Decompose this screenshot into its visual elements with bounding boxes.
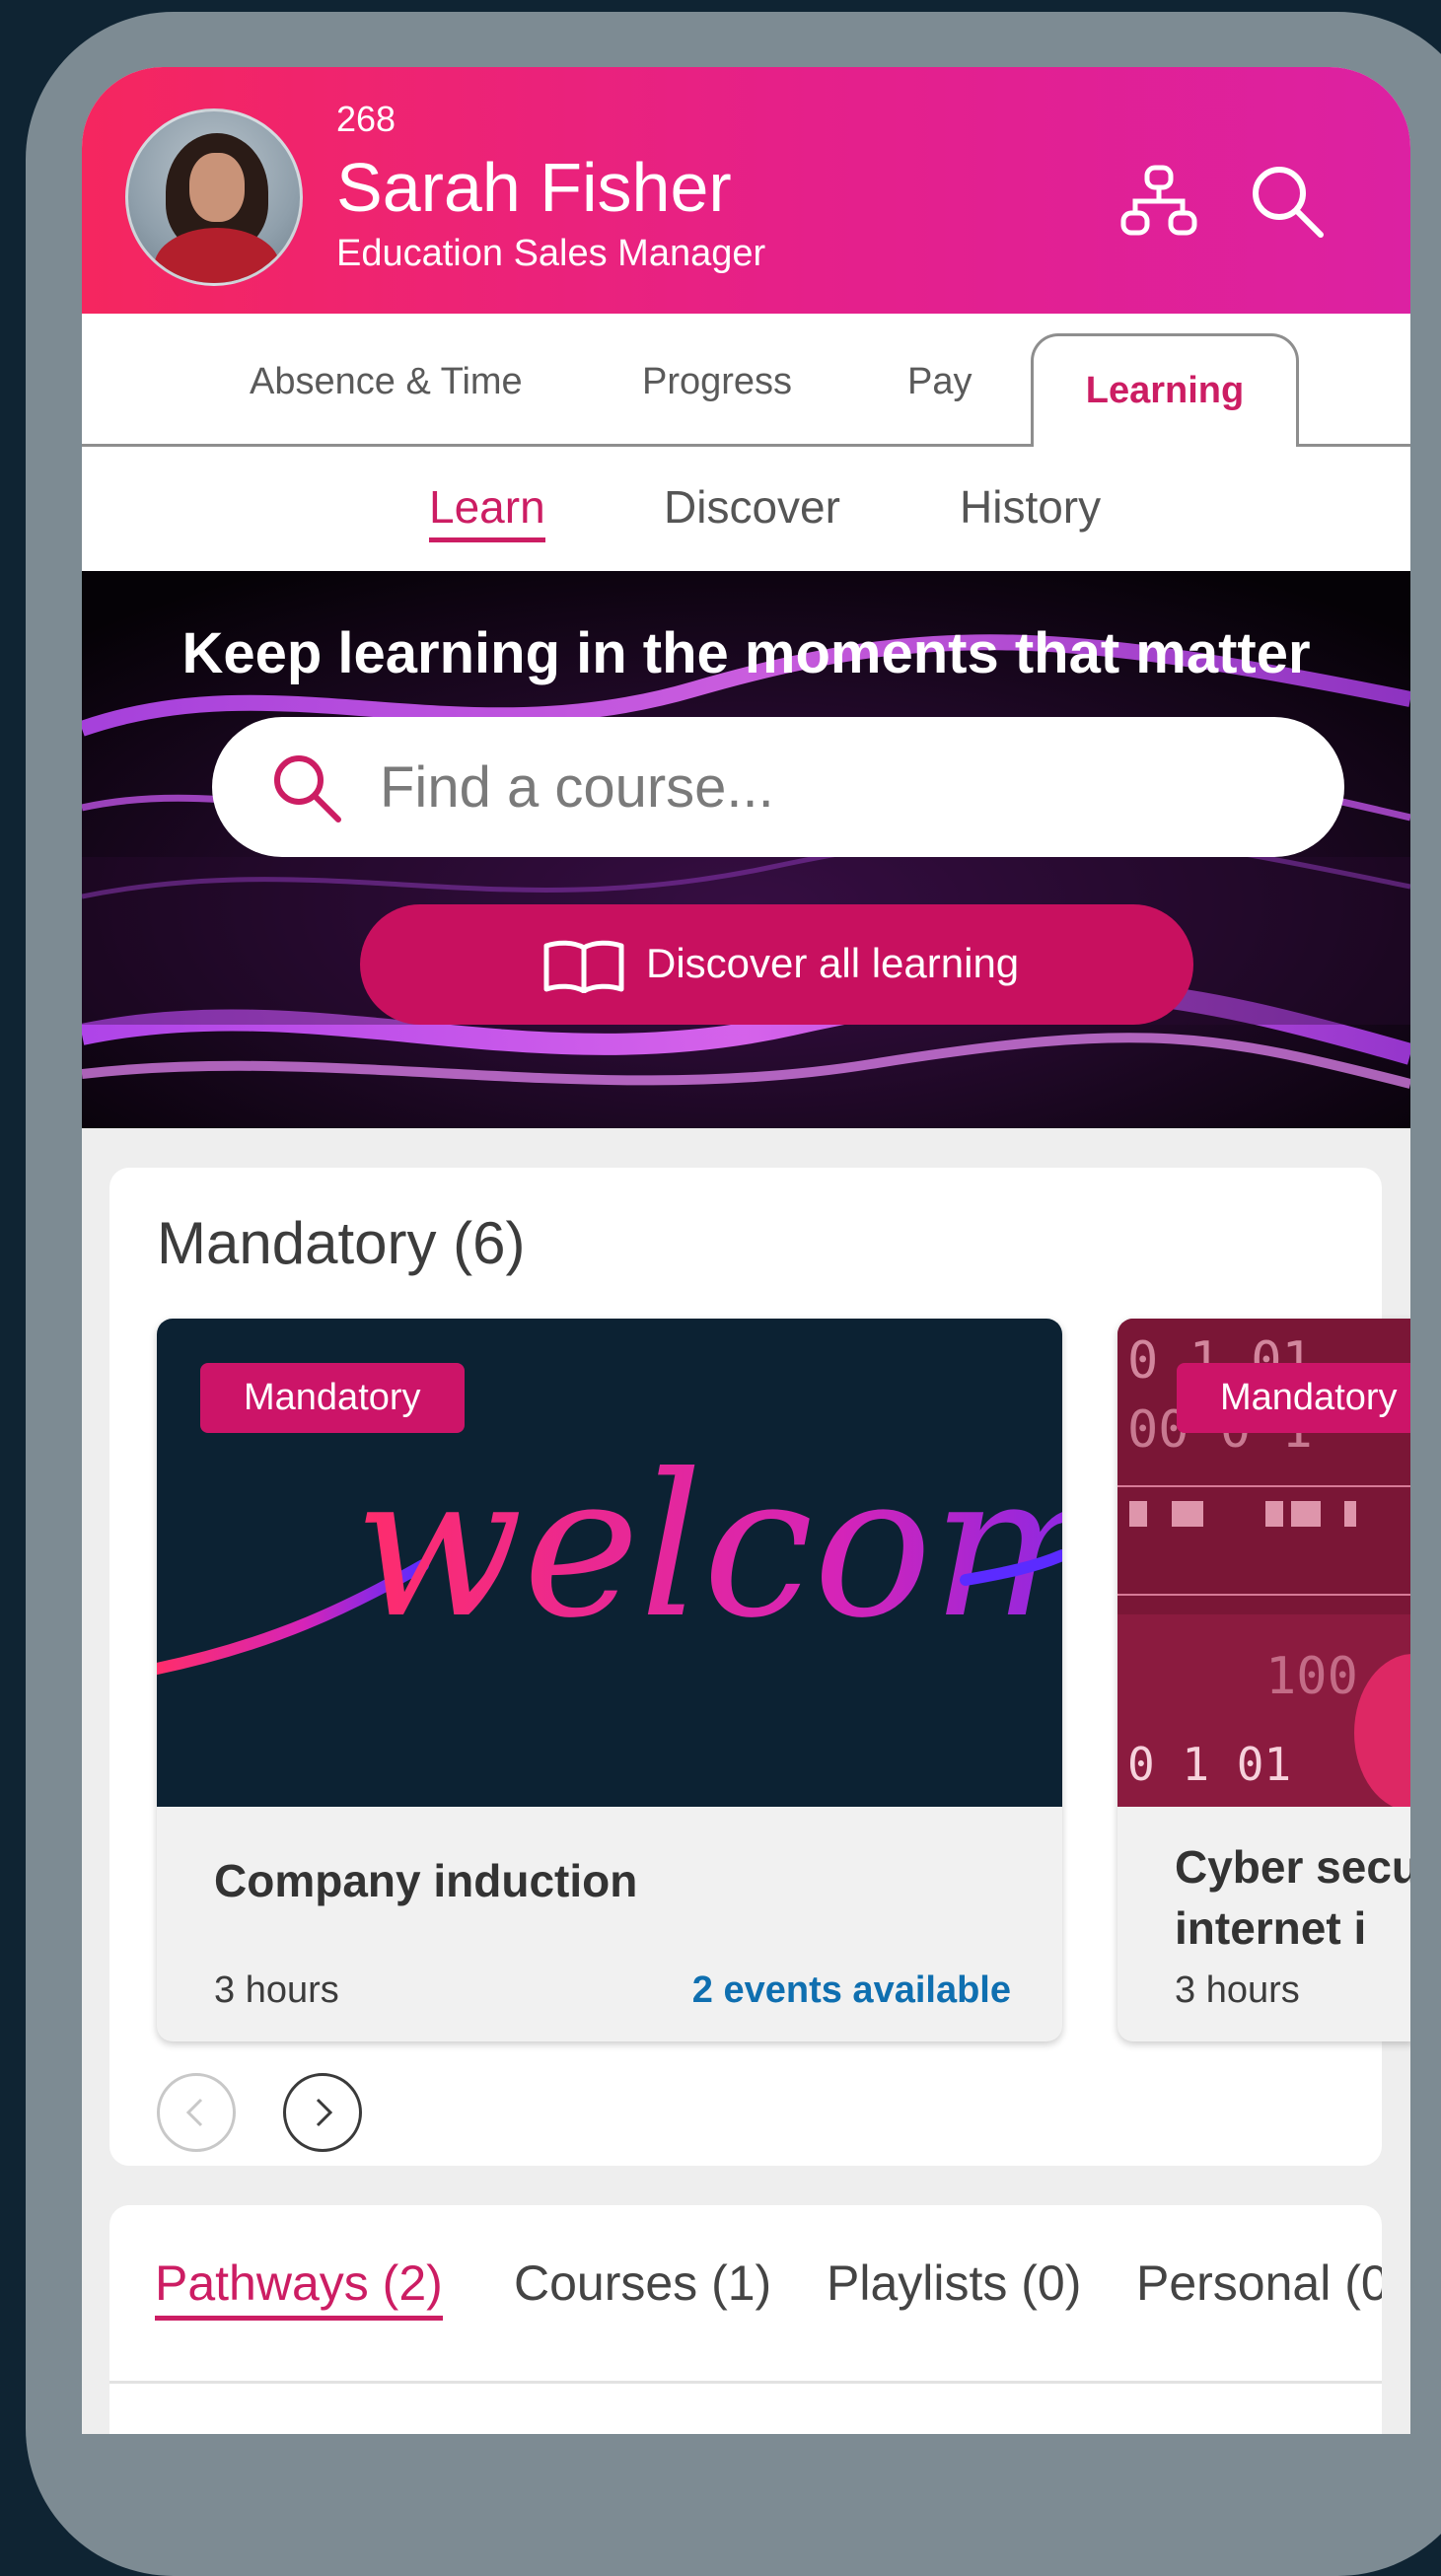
search-icon: [274, 755, 341, 823]
discover-all-learning-button[interactable]: Discover all learning: [360, 904, 1193, 1025]
app-screen: 268 Sarah Fisher Education Sales Manager…: [82, 67, 1410, 2434]
employee-id: 268: [336, 99, 396, 139]
mandatory-badge: Mandatory: [1177, 1363, 1410, 1433]
profile-header: 268 Sarah Fisher Education Sales Manager: [82, 67, 1410, 314]
subtab-discover[interactable]: Discover: [664, 480, 840, 534]
course-search-box: [212, 717, 1344, 857]
svg-text:100: 100: [1265, 1647, 1358, 1706]
learning-sub-tabs: Learn Discover History: [82, 447, 1410, 573]
mandatory-badge: Mandatory: [200, 1363, 465, 1433]
course-duration: 3 hours: [214, 1969, 339, 2011]
course-duration: 3 hours: [1175, 1969, 1300, 2011]
hero-title: Keep learning in the moments that matter: [181, 621, 1311, 685]
subtab-learn[interactable]: Learn: [429, 480, 545, 542]
employee-job-title: Education Sales Manager: [336, 233, 766, 274]
learning-collections-panel: Pathways (2) Courses (1) Playlists (0) P…: [109, 2205, 1382, 2434]
tab-pay[interactable]: Pay: [907, 361, 972, 403]
carousel-prev-button[interactable]: [157, 2073, 236, 2152]
events-available-link[interactable]: 2 events available: [692, 1969, 1011, 2012]
subtab-history[interactable]: History: [960, 480, 1101, 534]
discover-button-label: Discover all learning: [646, 940, 1020, 986]
tab-personal[interactable]: Personal (0): [1136, 2254, 1382, 2312]
svg-text:0 1 01: 0 1 01: [1127, 1738, 1291, 1791]
divider: [109, 2381, 1382, 2384]
carousel-next-button[interactable]: [283, 2073, 362, 2152]
tab-absence-time[interactable]: Absence & Time: [250, 361, 523, 403]
course-card-cyber-security[interactable]: 0 1 01 00 0 1 100 0 1 01 Mandatory Cyber…: [1117, 1319, 1410, 2041]
tab-playlists[interactable]: Playlists (0): [827, 2254, 1081, 2312]
course-card-company-induction[interactable]: welcome Mandatory Company induction 3 ho…: [157, 1319, 1062, 2041]
hero-banner: Keep learning in the moments that matter…: [82, 571, 1410, 1128]
course-search-input[interactable]: [378, 737, 1269, 837]
mandatory-panel: Mandatory (6) welcome Mandatory: [109, 1168, 1410, 2166]
chevron-left-icon: [185, 2098, 203, 2127]
main-nav-tabs: Absence & Time Progress Pay Learning: [82, 314, 1410, 447]
tab-progress[interactable]: Progress: [642, 361, 792, 403]
tab-learning[interactable]: Learning: [1031, 333, 1299, 447]
search-icon[interactable]: [1248, 162, 1327, 241]
course-title: Company induction: [214, 1855, 638, 1906]
book-icon: [543, 940, 624, 993]
org-chart-icon[interactable]: [1119, 162, 1198, 241]
employee-name: Sarah Fisher: [336, 149, 732, 226]
tab-courses[interactable]: Courses (1): [514, 2254, 771, 2312]
welcome-image-text: welcome: [354, 1432, 1062, 1662]
mandatory-title: Mandatory (6): [157, 1210, 526, 1276]
chevron-right-icon: [316, 2098, 333, 2127]
course-title: Cyber security on the internet i: [1175, 1841, 1410, 1954]
tab-pathways[interactable]: Pathways (2): [155, 2254, 443, 2321]
avatar[interactable]: [125, 108, 303, 286]
